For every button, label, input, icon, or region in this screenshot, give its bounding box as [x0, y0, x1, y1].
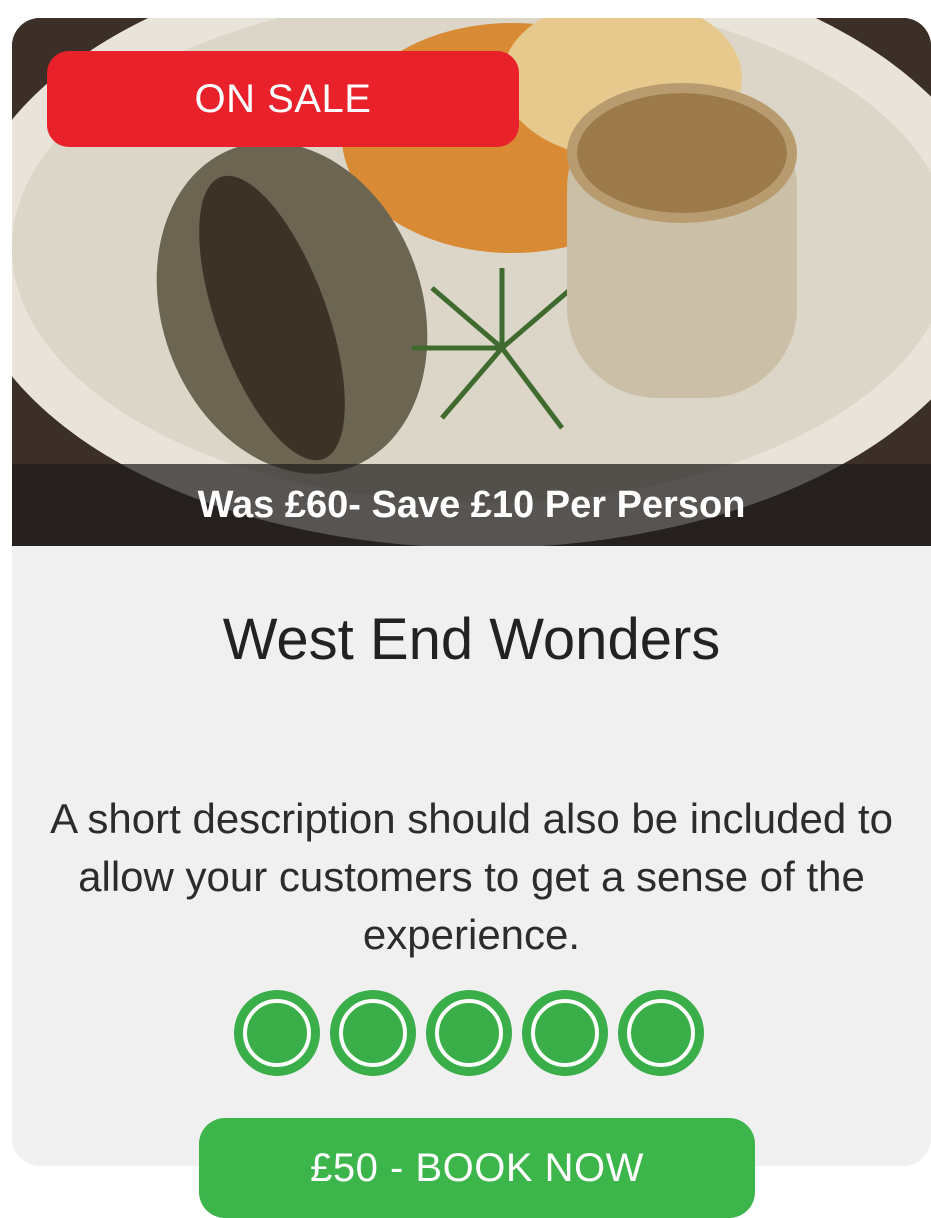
- circle-rating-icon: [618, 990, 704, 1076]
- book-now-button[interactable]: £50 - BOOK NOW: [199, 1118, 755, 1218]
- promo-banner: Was £60- Save £10 Per Person: [12, 464, 931, 546]
- experience-title: West End Wonders: [222, 607, 721, 672]
- circle-rating-icon: [234, 990, 320, 1076]
- rating-dots: [234, 990, 714, 1076]
- circle-rating-icon: [522, 990, 608, 1076]
- experience-description: A short description should also be inclu…: [50, 795, 893, 958]
- on-sale-badge: ON SALE: [47, 51, 519, 147]
- circle-rating-icon: [426, 990, 512, 1076]
- circle-rating-icon: [330, 990, 416, 1076]
